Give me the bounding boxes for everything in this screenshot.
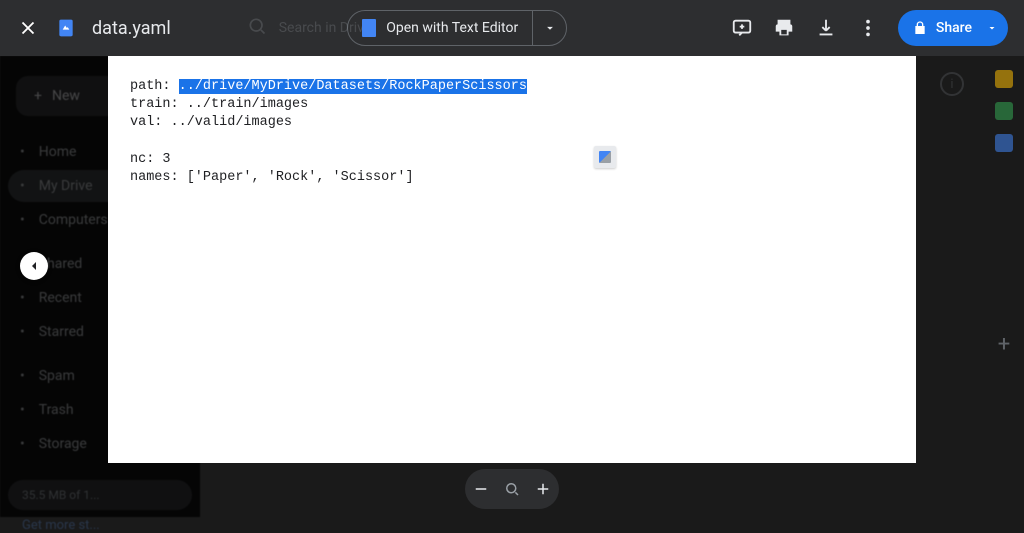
document-viewer[interactable]: path: ../drive/MyDrive/Datasets/RockPape…: [108, 56, 916, 463]
collapse-sidebar-button[interactable]: [20, 252, 48, 280]
open-with-group: Open with Text Editor: [347, 10, 567, 46]
trash-icon: •: [20, 402, 25, 418]
plus-icon: +: [34, 88, 42, 104]
plus-icon: [534, 480, 552, 498]
zoom-toolbar: [465, 469, 559, 509]
zoom-out-button[interactable]: [472, 480, 490, 498]
sidebar-item-label: Computers: [39, 212, 108, 228]
zoom-reset-button[interactable]: [503, 480, 521, 498]
more-vert-icon: [857, 17, 879, 39]
translate-icon[interactable]: [594, 146, 616, 168]
star-icon: •: [20, 324, 25, 340]
topbar: data.yaml Search in Drive Open with Text…: [0, 0, 1024, 56]
share-button[interactable]: Share: [898, 10, 1008, 46]
search-area: Search in Drive: [247, 16, 372, 40]
rail-app-contacts[interactable]: [995, 134, 1013, 152]
rail-app-keep[interactable]: [995, 70, 1013, 88]
file-line: val: ../valid/images: [130, 114, 894, 132]
info-button[interactable]: i: [940, 72, 964, 96]
storage-icon: •: [20, 436, 25, 452]
main-area: + New •Home•My Drive•Computers•Shared•Re…: [0, 56, 1024, 517]
filename-label: data.yaml: [92, 18, 171, 39]
open-with-label: Open with Text Editor: [386, 20, 518, 36]
home-icon: •: [20, 144, 25, 160]
print-button[interactable]: [772, 16, 796, 40]
download-button[interactable]: [814, 16, 838, 40]
open-with-dropdown[interactable]: [532, 11, 566, 45]
sidebar-item-label: Spam: [39, 368, 75, 384]
file-type-icon: [56, 18, 76, 38]
file-content: path: ../drive/MyDrive/Datasets/RockPape…: [130, 78, 894, 187]
sidebar-item-label: Storage: [39, 436, 87, 452]
search-icon: [247, 16, 267, 40]
download-icon: [815, 17, 837, 39]
search-placeholder: Search in Drive: [279, 20, 372, 36]
share-label: Share: [936, 20, 972, 36]
get-more-storage[interactable]: Get more st...: [8, 518, 192, 533]
computers-icon: •: [20, 212, 25, 228]
sidebar-item-label: Starred: [39, 324, 84, 340]
sidebar-item-label: Trash: [39, 402, 74, 418]
file-line: nc: 3: [130, 151, 894, 169]
chevron-left-icon: [26, 258, 42, 274]
add-comment-button[interactable]: [730, 16, 754, 40]
file-line: names: ['Paper', 'Rock', 'Scissor']: [130, 169, 894, 187]
right-rail: +: [984, 56, 1024, 517]
spam-icon: •: [20, 368, 25, 384]
sidebar-item-label: Recent: [39, 290, 82, 306]
drive-icon: •: [20, 178, 25, 194]
storage-used: 35.5 MB of 1...: [8, 480, 192, 510]
sidebar-item-label: Home: [39, 144, 77, 160]
close-icon: [17, 17, 39, 39]
file-line: path: ../drive/MyDrive/Datasets/RockPape…: [130, 78, 894, 96]
new-label: New: [52, 88, 80, 104]
open-with-button[interactable]: Open with Text Editor: [348, 11, 532, 45]
recent-icon: •: [20, 290, 25, 306]
zoom-icon: [503, 480, 521, 498]
close-button[interactable]: [16, 16, 40, 40]
text-editor-icon: [362, 19, 376, 37]
chevron-down-icon: [986, 22, 998, 34]
rail-app-tasks[interactable]: [995, 102, 1013, 120]
file-line: [130, 133, 894, 151]
lock-icon: [912, 20, 928, 36]
file-line: train: ../train/images: [130, 96, 894, 114]
more-button[interactable]: [856, 16, 880, 40]
chevron-down-icon: [543, 21, 557, 35]
zoom-in-button[interactable]: [534, 480, 552, 498]
topbar-actions: Share: [730, 10, 1008, 46]
print-icon: [773, 17, 795, 39]
minus-icon: [472, 480, 490, 498]
comment-add-icon: [731, 17, 753, 39]
sidebar-item-label: My Drive: [39, 178, 93, 194]
selected-text: ../drive/MyDrive/Datasets/RockPaperSciss…: [179, 79, 527, 94]
rail-add-button[interactable]: +: [984, 332, 1024, 357]
